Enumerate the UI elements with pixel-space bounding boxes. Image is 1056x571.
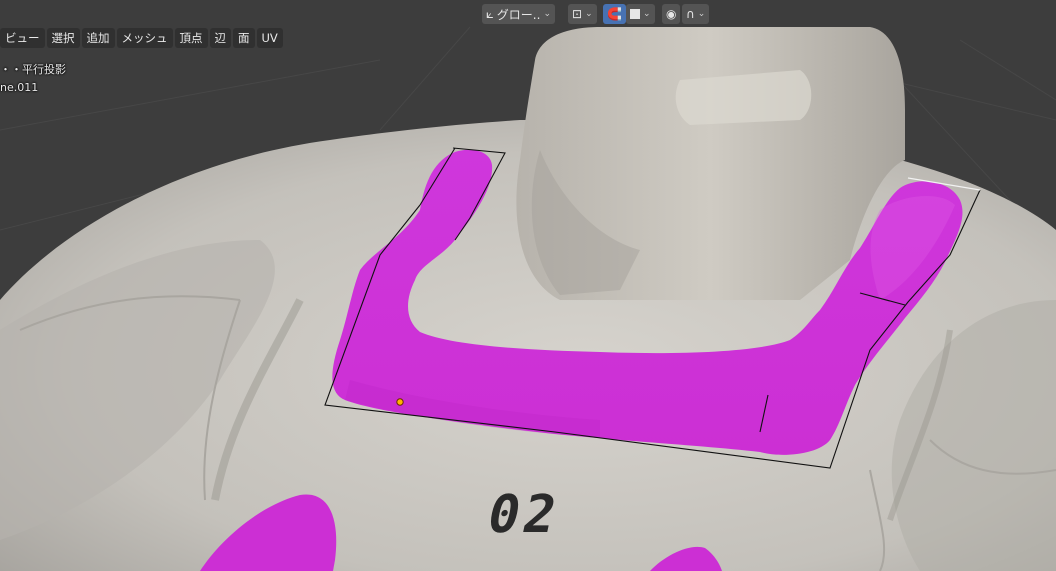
snap-toggle[interactable]: 🧲: [603, 4, 626, 24]
menu-add[interactable]: 追加: [81, 28, 115, 48]
menu-select[interactable]: 選択: [46, 28, 80, 48]
scene-canvas[interactable]: 02: [0, 0, 1056, 571]
menu-uv[interactable]: UV: [256, 28, 283, 48]
magnet-icon: 🧲: [607, 7, 622, 21]
active-vertex-dot: [396, 398, 404, 406]
proportional-falloff-icon: ∩: [686, 7, 695, 21]
3d-viewport[interactable]: 02 ⟀ グロー.. ⌄ ⊡ ⌄ 🧲 ⌄ ◉ ∩ ⌄ ビュー 選択 追加 メッシ…: [0, 0, 1056, 571]
chevron-down-icon: ⌄: [697, 9, 706, 19]
snap-increment-icon: [630, 9, 640, 19]
decal-text: 02: [482, 485, 565, 545]
transform-orientation-dropdown[interactable]: ⟀ グロー.. ⌄: [482, 4, 555, 24]
transform-axes-icon: ⟀: [486, 6, 494, 22]
pivot-icon: ⊡: [572, 7, 583, 21]
menu-mesh[interactable]: メッシュ: [116, 28, 173, 48]
menu-edge[interactable]: 辺: [209, 28, 231, 48]
menu-face[interactable]: 面: [233, 28, 255, 48]
projection-label: ・・平行投影: [0, 63, 66, 76]
snap-target-dropdown[interactable]: ⌄: [626, 4, 655, 24]
pivot-point-dropdown[interactable]: ⊡ ⌄: [568, 4, 597, 24]
proportional-edit-icon: ◉: [666, 7, 677, 21]
proportional-edit-toggle[interactable]: ◉: [662, 4, 681, 24]
proportional-falloff-dropdown[interactable]: ∩ ⌄: [682, 4, 710, 24]
chevron-down-icon: ⌄: [643, 9, 651, 19]
menu-vertex[interactable]: 頂点: [174, 28, 208, 48]
viewport-menubar: ビュー 選択 追加 メッシュ 頂点 辺 面 UV: [0, 28, 283, 50]
menu-view[interactable]: ビュー: [0, 28, 45, 48]
transform-orientation-label: グロー..: [496, 7, 541, 22]
chevron-down-icon: ⌄: [585, 9, 593, 19]
header-toolbar: ⟀ グロー.. ⌄ ⊡ ⌄ 🧲 ⌄ ◉ ∩ ⌄: [0, 0, 1056, 27]
object-name-label: ne.011: [0, 81, 39, 94]
chevron-down-icon: ⌄: [543, 9, 551, 19]
